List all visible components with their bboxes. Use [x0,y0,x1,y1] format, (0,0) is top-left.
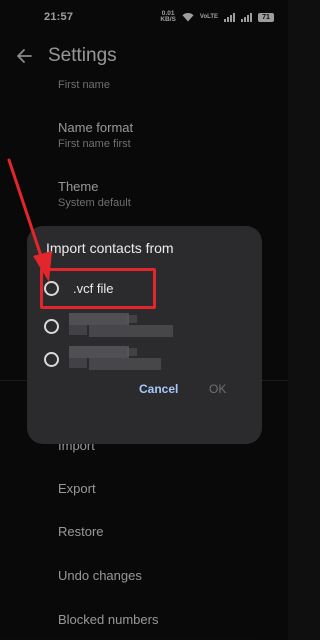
cancel-button[interactable]: Cancel [139,382,178,396]
highlight-box [40,268,156,309]
radio-button[interactable] [44,351,59,367]
ok-button[interactable]: OK [209,382,226,396]
redacted-account-name [69,313,173,339]
option-account-1[interactable] [44,313,173,339]
dialog-title: Import contacts from [46,240,174,256]
redacted-account-name [69,346,173,372]
import-contacts-dialog: Import contacts from .vcf file Cancel OK [27,226,262,444]
dialog-actions: Cancel OK [27,378,262,402]
radio-button[interactable] [44,318,59,334]
option-account-2[interactable] [44,346,173,372]
